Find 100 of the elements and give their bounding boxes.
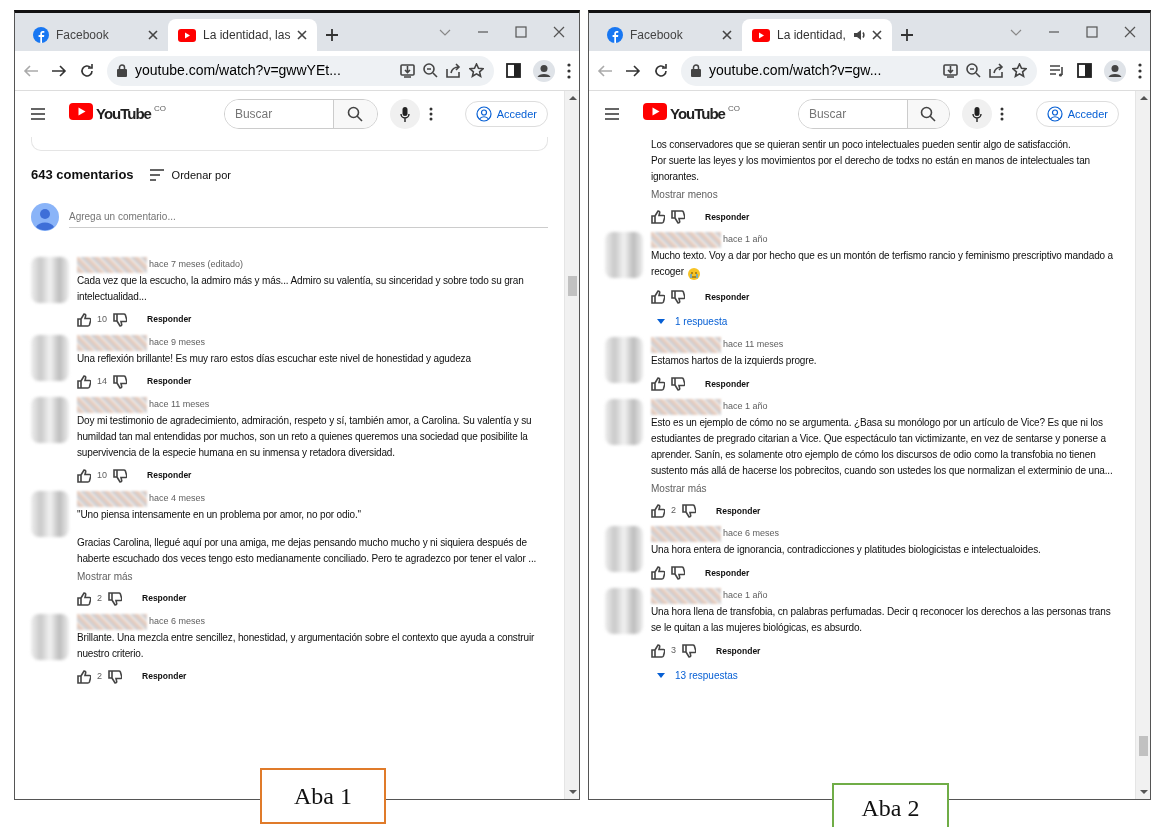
comment-text: Mucho texto. Voy a dar por hecho que es un montón de terfismo rancio y feminismo prescriptivo mandado a recoger	[651, 248, 1119, 282]
reply-button[interactable]: Responder	[705, 210, 750, 224]
thumbs-up-icon[interactable]	[651, 504, 665, 518]
reply-button[interactable]: Responder	[716, 504, 761, 518]
share-icon[interactable]	[989, 63, 1004, 78]
reply-button[interactable]: Responder	[716, 644, 761, 658]
address-bar[interactable]: youtube.com/watch?v=gwwYEt...	[107, 55, 494, 86]
menu-icon[interactable]	[31, 108, 45, 120]
reply-button[interactable]: Responder	[705, 377, 750, 391]
more-options-icon[interactable]	[1138, 62, 1142, 79]
comment-text: Estamos hartos de la izquierds progre.	[651, 354, 818, 368]
browser-tab[interactable]: Facebook	[597, 19, 742, 51]
scroll-up-icon[interactable]	[569, 95, 577, 100]
thumbs-down-icon[interactable]	[671, 377, 685, 391]
thumbs-up-icon[interactable]	[651, 290, 665, 304]
scroll-up-icon[interactable]	[1140, 95, 1148, 100]
replies-link[interactable]: 13 respuestas	[657, 668, 738, 683]
caret-icon	[657, 673, 665, 678]
thumbs-up-icon[interactable]	[77, 374, 91, 389]
search-button[interactable]	[332, 100, 377, 128]
thumbs-down-icon[interactable]	[108, 669, 122, 684]
reply-button[interactable]: Responder	[147, 469, 192, 482]
reply-button[interactable]: Responder	[705, 290, 750, 304]
replies-link[interactable]: 1 respuesta	[657, 314, 728, 329]
maximize-icon[interactable]	[515, 26, 527, 38]
browser-tab[interactable]: Facebook	[23, 19, 168, 51]
read-more-link[interactable]: Mostrar más	[77, 568, 133, 584]
caret-icon	[657, 319, 665, 324]
thumbs-up-icon[interactable]	[77, 312, 91, 327]
profile-icon[interactable]	[533, 59, 555, 82]
close-icon[interactable]	[148, 30, 158, 40]
blurred-username	[77, 334, 147, 351]
share-icon[interactable]	[446, 63, 461, 78]
address-bar-field[interactable]: youtube.com/watch?v=gw...	[709, 60, 935, 81]
close-icon[interactable]	[553, 26, 565, 38]
read-more-link[interactable]: Mostrar menos	[651, 187, 718, 202]
address-bar-field[interactable]: youtube.com/watch?v=gwwYEt...	[135, 60, 392, 81]
thumbs-down-icon[interactable]	[671, 566, 685, 580]
forward-arrow-icon[interactable]	[51, 62, 67, 79]
thumbs-down-icon[interactable]	[671, 290, 685, 304]
star-icon[interactable]	[1012, 63, 1027, 78]
thumbs-down-icon[interactable]	[108, 591, 122, 606]
read-more-link[interactable]: Mostrar más	[651, 481, 707, 496]
reload-icon[interactable]	[653, 62, 669, 79]
close-icon[interactable]	[871, 30, 882, 40]
reply-button[interactable]: Responder	[147, 375, 192, 388]
thumbs-down-icon[interactable]	[682, 504, 696, 518]
thumbs-up-icon[interactable]	[77, 669, 91, 684]
more-options-icon[interactable]	[567, 62, 571, 79]
more-options-icon[interactable]	[999, 107, 1004, 121]
profile-icon[interactable]	[1104, 59, 1126, 82]
thumbs-down-icon[interactable]	[113, 374, 127, 389]
reload-icon[interactable]	[79, 62, 95, 79]
search-field[interactable]: Buscar	[797, 99, 950, 129]
star-icon[interactable]	[469, 63, 484, 78]
reply-button[interactable]: Responder	[142, 592, 187, 605]
thumbs-down-icon[interactable]	[682, 644, 696, 658]
scroll-down-icon[interactable]	[1140, 790, 1148, 795]
browser-tab[interactable]: La identidad, las	[168, 19, 318, 51]
maximize-icon[interactable]	[1086, 26, 1098, 38]
sign-in-button[interactable]: Acceder	[464, 100, 548, 128]
thumbs-up-icon[interactable]	[651, 566, 665, 580]
search-field[interactable]: Buscar	[223, 99, 378, 129]
side-panel-icon[interactable]	[1077, 63, 1092, 78]
thumbs-up-icon[interactable]	[77, 468, 91, 483]
close-icon[interactable]	[1124, 26, 1136, 38]
search-button[interactable]	[906, 100, 949, 128]
thumbs-down-icon[interactable]	[671, 210, 685, 224]
reply-button[interactable]: Responder	[142, 670, 187, 683]
thumbs-down-icon[interactable]	[113, 468, 127, 483]
plus-icon[interactable]	[325, 28, 340, 42]
menu-icon[interactable]	[605, 108, 619, 120]
scroll-down-icon[interactable]	[569, 790, 577, 795]
address-bar[interactable]: youtube.com/watch?v=gw...	[681, 55, 1037, 86]
scrollbar-thumb[interactable]	[1139, 736, 1148, 756]
media-queue-icon[interactable]	[1049, 63, 1065, 78]
side-panel-icon[interactable]	[506, 63, 521, 78]
thumbs-up-icon[interactable]	[77, 591, 91, 606]
more-options-icon[interactable]	[428, 107, 433, 121]
thumbs-up-icon[interactable]	[651, 644, 665, 658]
plus-icon[interactable]	[899, 28, 914, 42]
reply-button[interactable]: Responder	[705, 566, 750, 580]
scrollbar-thumb[interactable]	[568, 276, 577, 296]
voice-search-button[interactable]	[961, 99, 992, 129]
search-icon	[347, 106, 364, 122]
thumbs-up-icon[interactable]	[651, 210, 665, 224]
install-icon[interactable]	[943, 63, 958, 78]
close-icon[interactable]	[297, 30, 308, 40]
reply-button[interactable]: Responder	[147, 313, 192, 326]
thumbs-up-icon[interactable]	[651, 377, 665, 391]
install-icon[interactable]	[400, 63, 415, 78]
sort-button[interactable]: Ordenar por	[149, 166, 231, 183]
zoom-out-icon[interactable]	[423, 63, 438, 78]
thumbs-down-icon[interactable]	[113, 312, 127, 327]
browser-tab[interactable]: La identidad,	[742, 19, 892, 51]
close-icon[interactable]	[722, 30, 732, 40]
sign-in-button[interactable]: Acceder	[1035, 100, 1119, 128]
zoom-out-icon[interactable]	[966, 63, 981, 78]
forward-arrow-icon[interactable]	[625, 62, 641, 79]
voice-search-button[interactable]	[389, 99, 420, 129]
